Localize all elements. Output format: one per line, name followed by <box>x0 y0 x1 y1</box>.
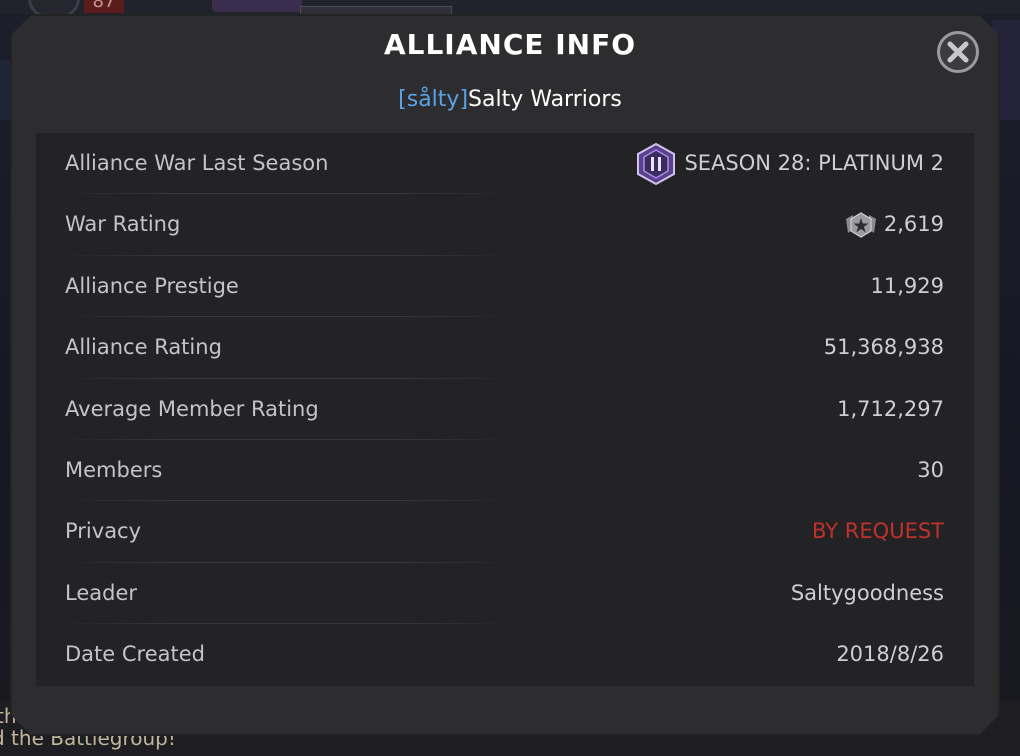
row-value: 30 <box>917 458 944 482</box>
row-label: War Rating <box>65 212 181 237</box>
row-label: Privacy <box>65 519 142 544</box>
war-rating-value: 2,619 <box>883 212 944 237</box>
row-label: Average Member Rating <box>65 396 319 421</box>
row-label: Alliance Rating <box>65 335 222 360</box>
row-alliance-prestige: Alliance Prestige 11,929 <box>36 256 974 318</box>
row-value: 2,619 <box>844 194 944 255</box>
war-rating-icon <box>845 212 876 238</box>
alliance-info-panel: Alliance War Last Season SEASON 28: PLAT… <box>36 133 974 686</box>
season-result: SEASON 28: PLATINUM 2 <box>684 151 944 175</box>
alliance-tag: [sålty] <box>398 87 469 112</box>
row-members: Members 30 <box>36 440 974 502</box>
alliance-name: Salty Warriors <box>468 87 622 112</box>
row-label: Date Created <box>65 642 205 667</box>
row-label: Members <box>65 458 163 482</box>
row-alliance-war-last-season: Alliance War Last Season SEASON 28: PLAT… <box>36 133 974 195</box>
leader-value[interactable]: Saltygoodness <box>791 563 944 624</box>
modal-title: ALLIANCE INFO <box>383 28 637 61</box>
row-date-created: Date Created 2018/8/26 <box>36 624 974 685</box>
row-label: Leader <box>65 580 138 605</box>
row-value: 2018/8/26 <box>836 642 944 667</box>
row-privacy: Privacy BY REQUEST <box>36 501 974 563</box>
header-icons <box>212 0 302 12</box>
privacy-value: BY REQUEST <box>812 519 944 544</box>
row-leader: Leader Saltygoodness <box>36 563 974 625</box>
header-count: 87 <box>84 0 124 13</box>
row-value: 11,929 <box>870 273 944 298</box>
row-label: Alliance War Last Season <box>65 151 329 175</box>
close-x-icon <box>947 41 969 63</box>
alliance-subtitle: [sålty]Salty Warriors <box>0 87 1020 112</box>
row-alliance-rating: Alliance Rating 51,368,938 <box>36 317 974 379</box>
row-value: 51,368,938 <box>823 335 944 360</box>
row-value: SEASON 28: PLATINUM 2 <box>634 133 944 194</box>
close-button[interactable] <box>937 31 979 73</box>
platinum-badge-icon <box>637 142 676 185</box>
row-average-member-rating: Average Member Rating 1,712,297 <box>36 379 974 440</box>
row-label: Alliance Prestige <box>65 273 239 298</box>
row-value: 1,712,297 <box>837 396 944 421</box>
row-war-rating: War Rating 2,619 <box>36 194 974 256</box>
game-header-bar <box>0 0 1020 14</box>
